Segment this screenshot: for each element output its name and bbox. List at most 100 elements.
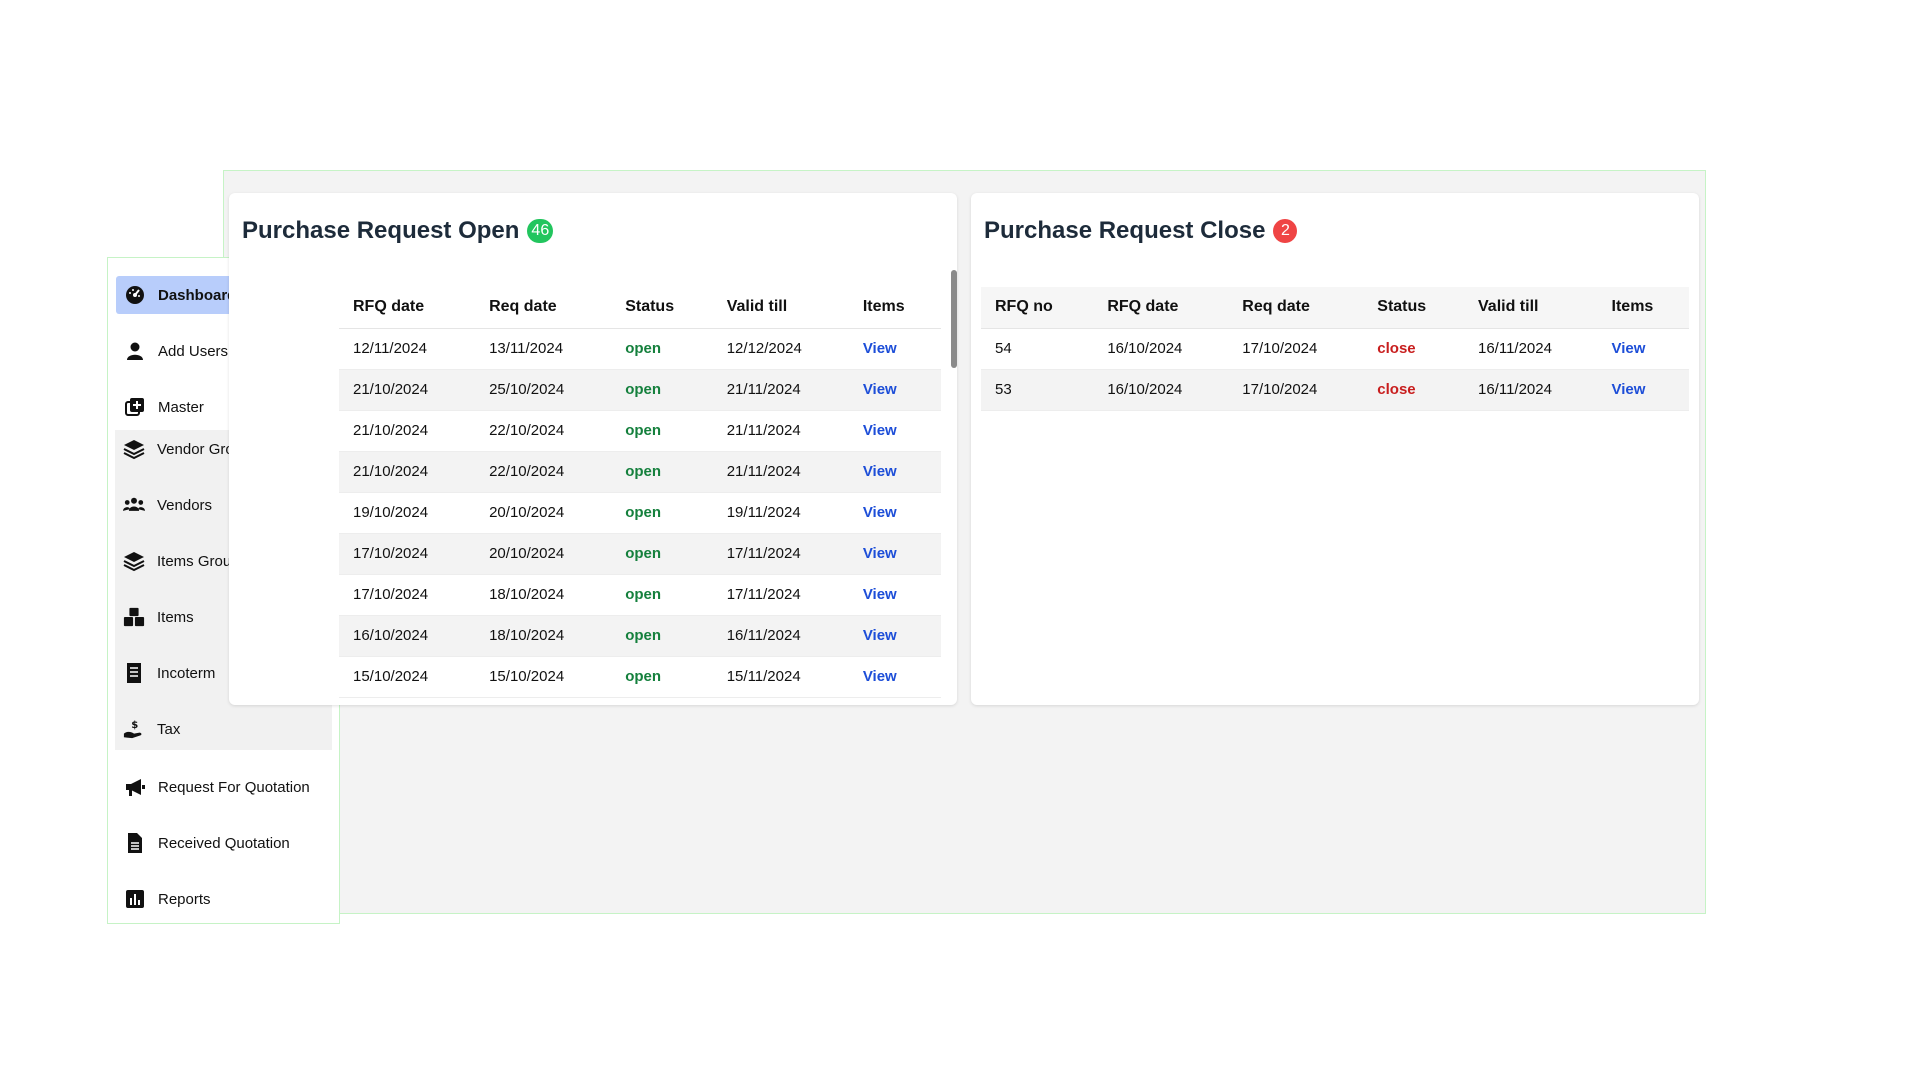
card-title: Purchase Request Close 2 [984,217,1298,245]
open-table-container[interactable]: RFQ date Req date Status Valid till Item… [339,287,941,705]
column-header: Valid till [712,287,849,329]
layers-icon [123,550,145,572]
app-stage: Dashboard Add Users Master Vendor Group [0,0,1920,1080]
view-items-link[interactable]: View [848,656,941,698]
table-cell: 21/11/2024 [712,369,849,411]
table-row: 19/10/2024 20/10/2024 open 19/11/2024 View [339,492,941,534]
sidebar-item-label: Items [157,608,194,626]
document-icon [124,832,146,854]
open-requests-table: RFQ date Req date Status Valid till Item… [339,287,941,698]
status-cell: close [1363,369,1464,411]
table-cell: 21/10/2024 [339,410,476,452]
table-cell: 20/10/2024 [475,533,612,575]
sidebar-item-label: Master [158,398,204,416]
table-cell: 21/10/2024 [339,369,476,411]
table-cell: 12/11/2024 [339,328,476,370]
table-cell: 16/11/2024 [712,615,849,657]
close-table-body: 54 16/10/2024 17/10/2024 close 16/11/2024 Vie… [981,328,1689,411]
table-cell: 54 [981,328,1094,370]
sidebar-item-request-for-quotation[interactable]: Request For Quotation [116,768,331,806]
table-cell: 15/10/2024 [475,656,612,698]
sidebar-item-label: Add Users [158,342,229,360]
table-cell: 20/10/2024 [475,492,612,534]
view-items-link[interactable]: View [848,533,941,575]
table-cell: 21/11/2024 [712,410,849,452]
table-cell: 16/11/2024 [1464,369,1598,411]
table-header-row: RFQ date Req date Status Valid till Item… [339,287,941,329]
sidebar-item-label: Incoterm [157,664,216,682]
status-cell: close [1363,328,1464,370]
sidebar-item-tax[interactable]: $ Tax [115,710,332,748]
column-header: Req date [1228,287,1364,329]
sidebar-item-received-quotation[interactable]: Received Quotation [116,824,331,862]
layers-icon [123,438,145,460]
table-cell: 17/11/2024 [712,533,849,575]
card-title-text: Purchase Request Open [242,217,520,244]
table-row: 21/10/2024 22/10/2024 open 21/11/2024 View [339,410,941,452]
view-items-link[interactable]: View [848,328,941,370]
table-row: 15/10/2024 15/10/2024 open 15/11/2024 View [339,656,941,698]
table-cell: 15/10/2024 [339,656,476,698]
table-row: 16/10/2024 18/10/2024 open 16/11/2024 View [339,615,941,657]
view-items-link[interactable]: View [1597,369,1689,411]
close-count-badge: 2 [1273,219,1298,243]
column-header: Items [848,287,941,329]
column-header: Items [1597,287,1689,329]
table-cell: 19/10/2024 [339,492,476,534]
table-cell: 17/11/2024 [712,574,849,616]
view-items-link[interactable]: View [848,615,941,657]
column-header: Req date [475,287,612,329]
table-row: 53 16/10/2024 17/10/2024 close 16/11/2024 Vie… [981,369,1689,411]
sidebar-item-label: Reports [158,890,211,908]
view-items-link[interactable]: View [848,451,941,493]
table-cell: 17/10/2024 [339,533,476,575]
status-cell: open [611,615,713,657]
view-items-link[interactable]: View [848,410,941,452]
open-count-badge: 46 [527,219,554,243]
status-cell: open [611,656,713,698]
boxes-icon [123,606,145,628]
open-table-scrollbar[interactable] [951,270,957,368]
table-cell: 53 [981,369,1094,411]
sidebar-item-reports[interactable]: Reports [116,880,331,918]
dashboard-icon [124,284,146,306]
table-cell: 22/10/2024 [475,410,612,452]
table-cell: 21/10/2024 [339,451,476,493]
table-cell: 15/11/2024 [712,656,849,698]
view-items-link[interactable]: View [848,369,941,411]
table-cell: 25/10/2024 [475,369,612,411]
table-cell: 17/10/2024 [1228,328,1364,370]
sidebar-item-label: Vendors [157,496,213,514]
table-row: 17/10/2024 18/10/2024 open 17/11/2024 View [339,574,941,616]
column-header: Status [1363,287,1464,329]
sidebar-item-label: Dashboard [158,286,237,304]
open-table-body: 12/11/2024 13/11/2024 open 12/12/2024 View 21… [339,328,941,698]
table-cell: 22/10/2024 [475,451,612,493]
users-group-icon [123,494,145,516]
user-icon [124,340,146,362]
table-cell: 18/10/2024 [475,574,612,616]
closed-requests-table: RFQ no RFQ date Req date Status Valid ti… [981,287,1689,411]
table-cell: 21/11/2024 [712,451,849,493]
status-cell: open [611,451,713,493]
status-cell: open [611,410,713,452]
view-items-link[interactable]: View [848,492,941,534]
view-items-link[interactable]: View [1597,328,1689,370]
column-header: RFQ date [339,287,476,329]
sidebar-item-label: Items Group [157,552,240,570]
table-cell: 17/10/2024 [1228,369,1364,411]
status-cell: open [611,328,713,370]
column-header: Status [611,287,713,329]
column-header: RFQ date [1093,287,1229,329]
status-cell: open [611,533,713,575]
view-items-link[interactable]: View [848,574,941,616]
receipt-icon [123,662,145,684]
purchase-request-close-card: Purchase Request Close 2 RFQ no RFQ date… [971,193,1699,705]
sidebar-item-label: Received Quotation [158,834,290,852]
table-cell: 16/11/2024 [1464,328,1598,370]
table-cell: 16/10/2024 [1093,328,1229,370]
status-cell: open [611,574,713,616]
table-row: 12/11/2024 13/11/2024 open 12/12/2024 View [339,328,941,370]
table-row: 21/10/2024 22/10/2024 open 21/11/2024 View [339,451,941,493]
svg-text:$: $ [131,720,138,731]
